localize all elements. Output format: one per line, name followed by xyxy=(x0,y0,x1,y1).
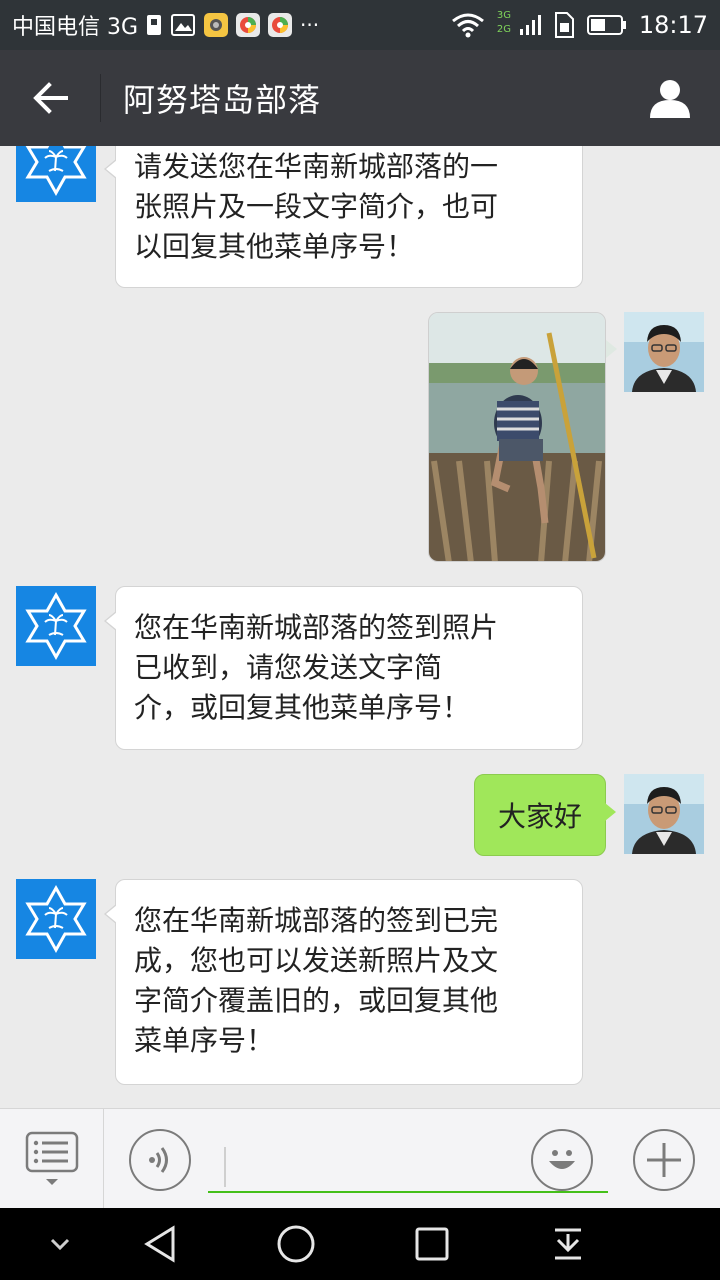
nav-notification-button[interactable] xyxy=(538,1220,598,1268)
nav-back-icon xyxy=(144,1225,175,1263)
message-line: 字简介覆盖旧的，或回复其他 xyxy=(134,984,499,1017)
star-island-logo-icon xyxy=(25,591,87,661)
nav-back-button[interactable] xyxy=(130,1220,190,1268)
message-line: 张照片及一段文字简介，也可 xyxy=(134,190,499,223)
emoji-icon xyxy=(549,1150,575,1169)
nav-collapse-icon xyxy=(50,1238,70,1251)
network-3g-label: 3G xyxy=(496,10,511,21)
bot-avatar[interactable] xyxy=(16,586,96,666)
message-text: 大家好 xyxy=(497,800,582,833)
star-island-logo-icon xyxy=(25,884,87,954)
carrier-label: 中国电信 3G xyxy=(12,15,139,40)
app-notification-icon-2 xyxy=(268,13,293,37)
star-island-logo-icon xyxy=(25,146,87,197)
menu-list-icon xyxy=(25,1131,78,1185)
battery-icon xyxy=(586,14,627,36)
header-divider xyxy=(100,74,101,122)
bot-message-bubble[interactable]: 您在华南新城部落的签到已完 成，您也可以发送新照片及文 字简介覆盖旧的，或回复其… xyxy=(104,879,583,1085)
sim-icon xyxy=(146,13,162,37)
message-line: 已收到，请您发送文字简 xyxy=(134,651,443,684)
voice-icon xyxy=(149,1147,168,1173)
app-notification-icon xyxy=(236,13,261,37)
profile-icon xyxy=(650,80,690,118)
nav-home-button[interactable] xyxy=(266,1220,326,1268)
message-list[interactable]: 请发送您在华南新城部落的一 张照片及一段文字简介，也可 以回复其他菜单序号！ 您… xyxy=(0,146,720,1108)
bot-message-bubble[interactable]: 请发送您在华南新城部落的一 张照片及一段文字简介，也可 以回复其他菜单序号！ xyxy=(104,146,583,288)
chat-header: 阿努塔岛部落 xyxy=(0,50,720,146)
wifi-icon xyxy=(451,12,485,38)
system-navigation-bar xyxy=(0,1208,720,1280)
back-arrow-icon xyxy=(33,82,68,114)
user-avatar-image xyxy=(624,312,704,392)
status-bar: 中国电信 3G ··· 3G 2G 18:17 xyxy=(0,0,720,50)
bot-message-bubble[interactable]: 您在华南新城部落的签到照片 已收到，请您发送文字简 介，或回复其他菜单序号！ xyxy=(104,586,583,750)
plus-icon xyxy=(647,1143,681,1177)
user-photo-message[interactable] xyxy=(428,312,606,562)
voice-button[interactable] xyxy=(129,1129,191,1191)
text-cursor xyxy=(224,1147,226,1187)
user-avatar-image xyxy=(624,774,704,854)
sent-photo xyxy=(429,313,605,561)
menu-toggle-button[interactable] xyxy=(0,1109,104,1209)
nav-recent-button[interactable] xyxy=(402,1220,462,1268)
user-avatar[interactable] xyxy=(624,312,704,392)
message-line: 以回复其他菜单序号！ xyxy=(134,230,415,263)
chat-info-button[interactable] xyxy=(620,50,720,146)
chat-title: 阿努塔岛部落 xyxy=(123,81,322,119)
nav-recent-icon xyxy=(415,1227,449,1261)
message-line: 您在华南新城部落的签到已完 xyxy=(134,904,499,937)
network-2g-label: 2G xyxy=(496,24,511,35)
back-button[interactable] xyxy=(0,50,100,146)
signal-icon: 3G 2G xyxy=(497,10,541,40)
user-message-bubble[interactable]: 大家好 xyxy=(474,774,616,856)
camera-app-icon xyxy=(204,13,229,37)
status-right: 3G 2G 18:17 xyxy=(451,10,708,40)
message-line: 您在华南新城部落的签到照片 xyxy=(134,611,499,644)
nav-home-icon xyxy=(277,1225,315,1263)
message-line: 请发送您在华南新城部落的一 xyxy=(134,150,499,183)
nav-notification-icon xyxy=(555,1228,581,1260)
bot-avatar[interactable] xyxy=(16,879,96,959)
more-notifications: ··· xyxy=(300,13,320,37)
message-line: 菜单序号！ xyxy=(134,1024,275,1057)
photo-bubble-tail xyxy=(606,340,617,358)
clock: 18:17 xyxy=(638,11,708,39)
input-bar xyxy=(0,1108,720,1209)
more-options-button[interactable] xyxy=(633,1129,695,1191)
message-line: 介，或回复其他菜单序号！ xyxy=(134,691,471,724)
bot-avatar[interactable] xyxy=(16,146,96,202)
sim-card-icon xyxy=(553,11,575,39)
emoji-button[interactable] xyxy=(531,1129,593,1191)
user-avatar[interactable] xyxy=(624,774,704,854)
nav-collapse-button[interactable] xyxy=(30,1220,90,1268)
image-notification-icon xyxy=(170,13,196,37)
status-left: 中国电信 3G ··· xyxy=(12,9,319,41)
message-line: 成，您也可以发送新照片及文 xyxy=(134,944,499,977)
